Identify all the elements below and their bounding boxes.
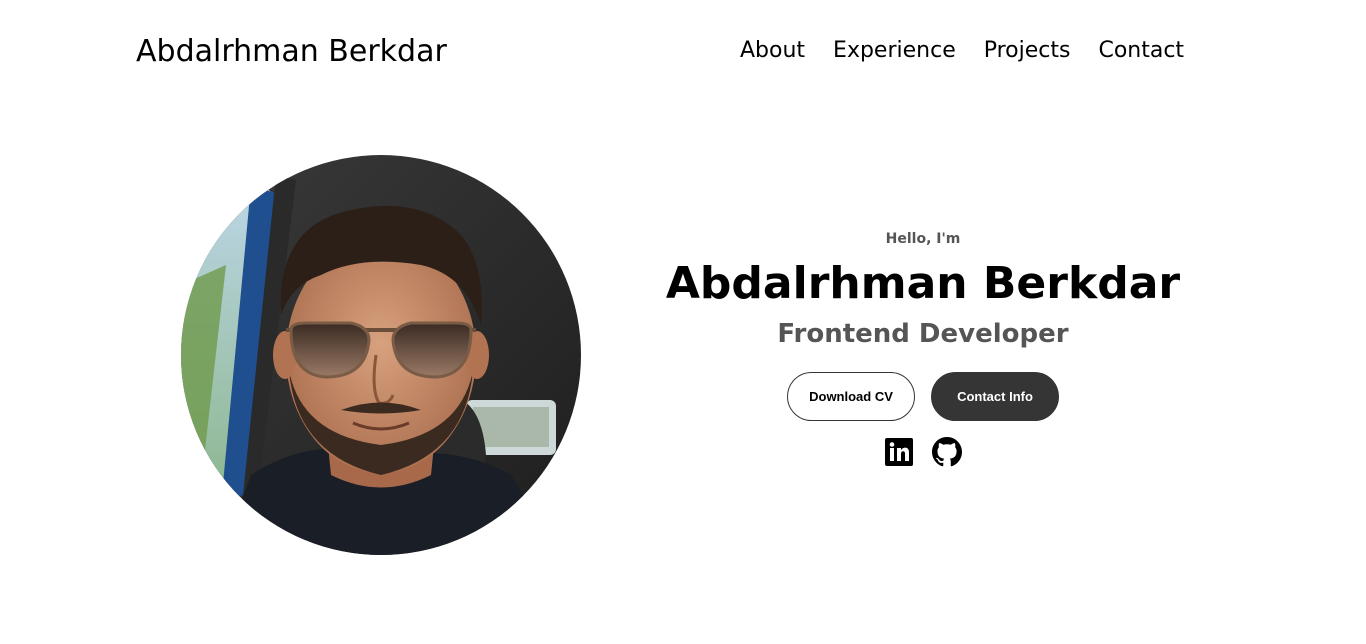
nav-link-about[interactable]: About	[740, 36, 805, 66]
site-logo[interactable]: Abdalrhman Berkdar	[136, 32, 447, 72]
nav-links: About Experience Projects Contact	[740, 36, 1184, 66]
greeting-text: Hello, I'm	[885, 231, 961, 247]
top-navbar: Abdalrhman Berkdar About Experience Proj…	[0, 0, 1366, 104]
social-links	[623, 437, 1223, 467]
hero-section: Hello, I'm Abdalrhman Berkdar Frontend D…	[623, 228, 1223, 467]
nav-link-contact[interactable]: Contact	[1098, 36, 1184, 66]
download-cv-button[interactable]: Download CV	[787, 372, 915, 421]
contact-info-button[interactable]: Contact Info	[931, 372, 1059, 421]
hero-role: Frontend Developer	[777, 319, 1069, 349]
github-icon[interactable]	[932, 437, 962, 467]
nav-link-projects[interactable]: Projects	[984, 36, 1071, 66]
profile-photo	[181, 155, 581, 555]
hero-buttons: Download CV Contact Info	[623, 372, 1223, 421]
hero-name: Abdalrhman Berkdar	[665, 258, 1181, 309]
linkedin-icon[interactable]	[884, 437, 914, 467]
nav-link-experience[interactable]: Experience	[833, 36, 956, 66]
